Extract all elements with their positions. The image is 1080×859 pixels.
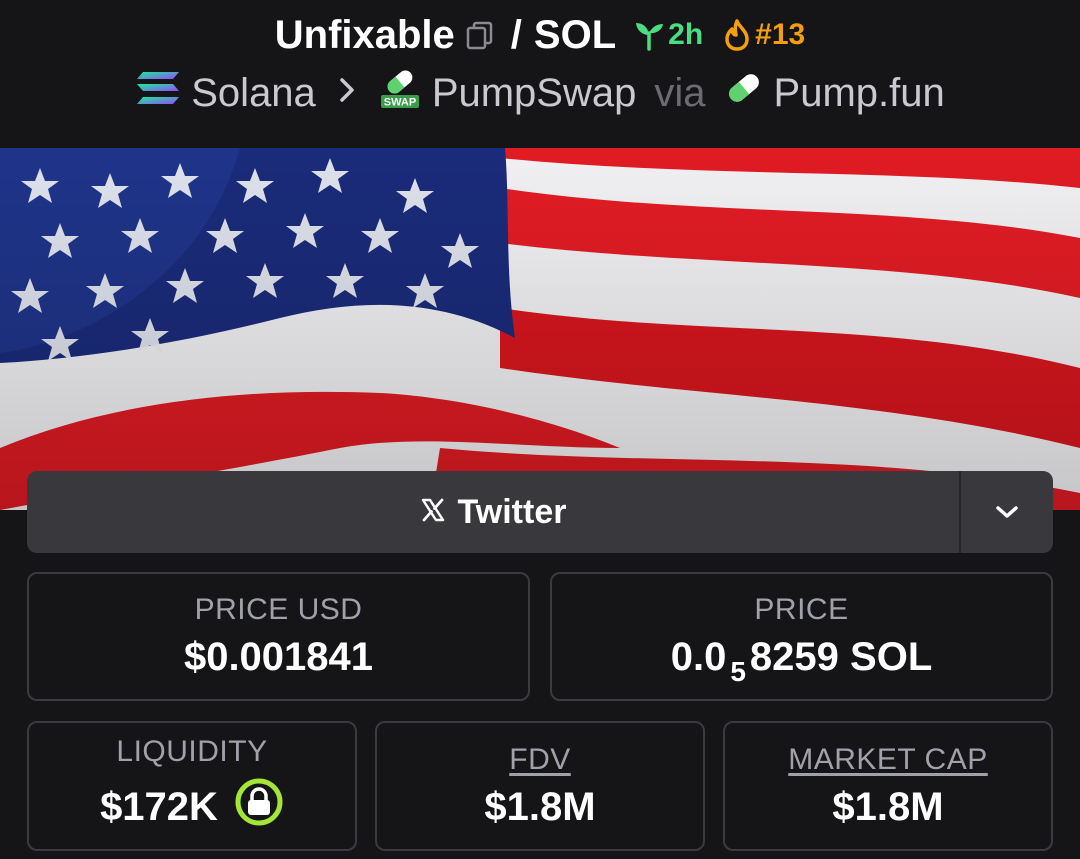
dex-link[interactable]: PumpSwap: [432, 71, 637, 116]
pumpswap-icon: SWAP: [378, 66, 422, 120]
pair-age: 2h: [634, 18, 703, 52]
liquidity-label: LIQUIDITY: [116, 735, 268, 768]
breadcrumb: Solana SWAP PumpSwap via Pump.fun: [0, 68, 1080, 118]
copy-icon[interactable]: [465, 20, 495, 50]
fdv-value: $1.8M: [484, 784, 596, 829]
liquidity-value: $172K: [100, 784, 218, 829]
launchpad-link[interactable]: Pump.fun: [774, 71, 945, 116]
quote-token: SOL: [533, 12, 617, 57]
fdv-label: FDV: [509, 742, 571, 776]
liquidity-value-row: $172K: [100, 777, 284, 837]
pumpswap-badge-text: SWAP: [384, 97, 416, 109]
price-native-prefix: 0.0: [670, 635, 727, 679]
twitter-button[interactable]: Twitter: [27, 471, 959, 553]
price-usd-card: PRICE USD $0.001841: [27, 572, 530, 701]
market-cap-card[interactable]: MARKET CAP $1.8M: [723, 721, 1053, 851]
pill-icon: [724, 68, 764, 118]
via-text: via: [654, 70, 706, 115]
chain-link[interactable]: Solana: [191, 71, 316, 116]
token-banner: [0, 148, 1080, 510]
socials-dropdown-button[interactable]: [959, 471, 1053, 553]
price-native-value: 0.0 5 8259 SOL: [670, 635, 933, 687]
twitter-label: Twitter: [457, 492, 567, 531]
trending-rank[interactable]: #13: [723, 18, 805, 52]
pair-header: Unfixable / SOL 2h #13 Solana SWAP PumpS…: [0, 0, 1080, 148]
token-name: Unfixable: [274, 12, 455, 57]
price-usd-value: $0.001841: [183, 635, 374, 679]
price-native-label: PRICE: [754, 593, 849, 626]
solana-icon: [135, 70, 181, 116]
lock-icon[interactable]: [234, 777, 284, 837]
price-native-suffix: 8259 SOL: [749, 635, 933, 679]
pair-separator: /: [510, 12, 522, 57]
sprout-icon: [636, 23, 664, 51]
market-cap-label: MARKET CAP: [788, 742, 988, 776]
fdv-card[interactable]: FDV $1.8M: [375, 721, 705, 851]
price-usd-label: PRICE USD: [194, 593, 363, 626]
pair-title-row: Unfixable / SOL 2h #13: [0, 12, 1080, 58]
twitter-bar: Twitter: [27, 471, 1053, 553]
flame-icon: [725, 19, 749, 51]
chevron-right-icon: [338, 74, 356, 113]
pair-age-text: 2h: [668, 18, 704, 51]
price-native-card: PRICE 0.0 5 8259 SOL: [550, 572, 1053, 701]
market-cap-value: $1.8M: [832, 784, 944, 829]
trending-rank-text: #13: [755, 18, 806, 51]
liquidity-card: LIQUIDITY $172K: [27, 721, 357, 851]
chevron-down-icon: [996, 506, 1018, 518]
price-native-zero-count: 5: [730, 655, 746, 687]
x-logo-icon: [420, 493, 446, 532]
